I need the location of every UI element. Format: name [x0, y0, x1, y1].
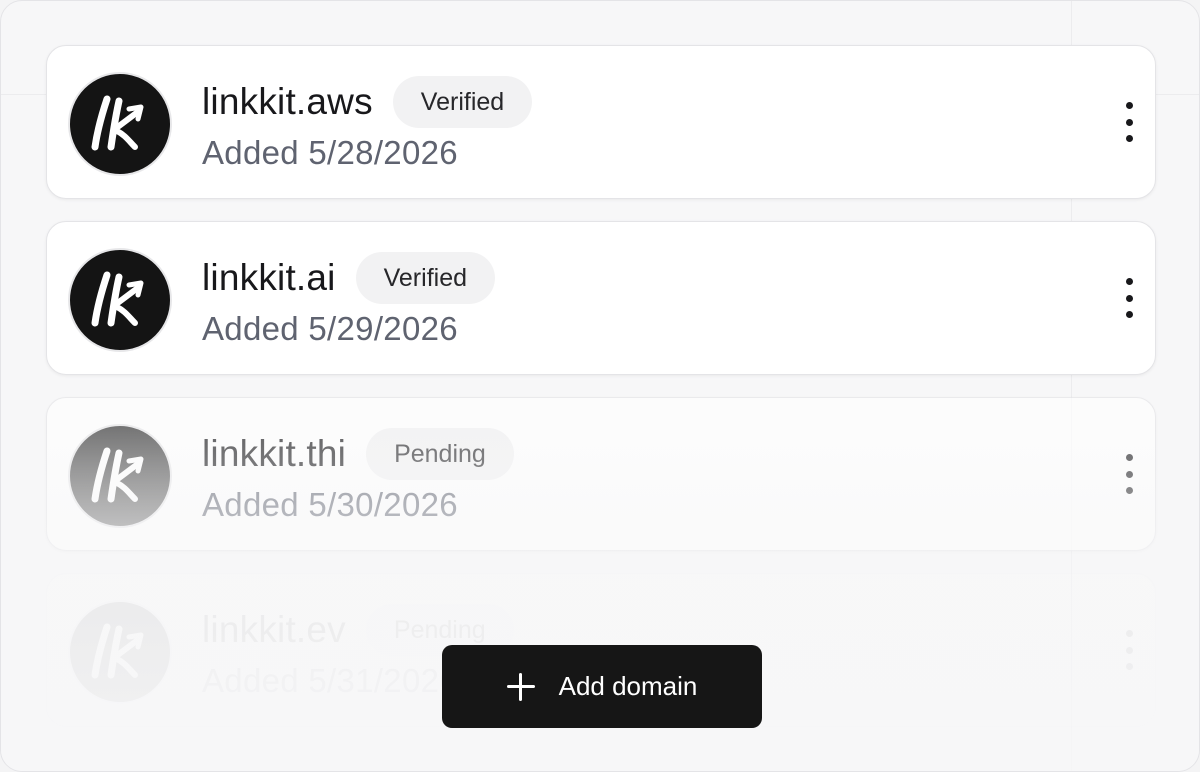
more-options-icon[interactable]: [1121, 454, 1137, 494]
more-options-icon[interactable]: [1121, 102, 1137, 142]
linkkit-logo-icon: [91, 623, 144, 679]
domain-info: linkkit.thi Pending Added 5/30/2026: [202, 428, 514, 524]
domain-list: linkkit.aws Verified Added 5/28/2026 lin…: [46, 45, 1156, 749]
domain-name: linkkit.ai: [202, 257, 336, 298]
linkkit-logo-icon: [68, 600, 172, 704]
domain-card: linkkit.aws Verified Added 5/28/2026: [46, 45, 1156, 199]
more-options-icon[interactable]: [1121, 278, 1137, 318]
linkkit-logo-icon: [91, 95, 144, 151]
domain-info: linkkit.aws Verified Added 5/28/2026: [202, 76, 533, 172]
domain-title-row: linkkit.aws Verified: [202, 76, 533, 128]
add-domain-button[interactable]: Add domain: [442, 645, 762, 728]
domain-name: linkkit.ev: [202, 609, 346, 650]
domains-panel: linkkit.aws Verified Added 5/28/2026 lin…: [0, 0, 1200, 772]
add-domain-label: Add domain: [558, 671, 698, 701]
domain-title-row: linkkit.thi Pending: [202, 428, 514, 480]
domain-info: linkkit.ai Verified Added 5/29/2026: [202, 252, 495, 348]
linkkit-logo-icon: [91, 447, 144, 503]
domain-added-date: Added 5/28/2026: [202, 134, 458, 171]
plus-icon: [506, 672, 535, 701]
domain-title-row: linkkit.ai Verified: [202, 252, 495, 304]
linkkit-logo-icon: [68, 248, 172, 352]
status-badge: Verified: [392, 76, 533, 128]
domain-name: linkkit.aws: [202, 81, 373, 122]
domain-name: linkkit.thi: [202, 433, 347, 474]
status-badge: Pending: [366, 428, 514, 480]
domain-added-date: Added 5/30/2026: [202, 486, 458, 523]
linkkit-logo-icon: [68, 72, 172, 176]
status-badge: Verified: [355, 252, 495, 304]
domain-added-date: Added 5/29/2026: [202, 310, 458, 347]
linkkit-logo-icon: [68, 424, 172, 528]
linkkit-logo-icon: [91, 271, 144, 327]
domain-card: linkkit.ai Verified Added 5/29/2026: [46, 221, 1156, 375]
more-options-icon[interactable]: [1121, 630, 1137, 670]
domain-card: linkkit.thi Pending Added 5/30/2026: [46, 397, 1156, 551]
